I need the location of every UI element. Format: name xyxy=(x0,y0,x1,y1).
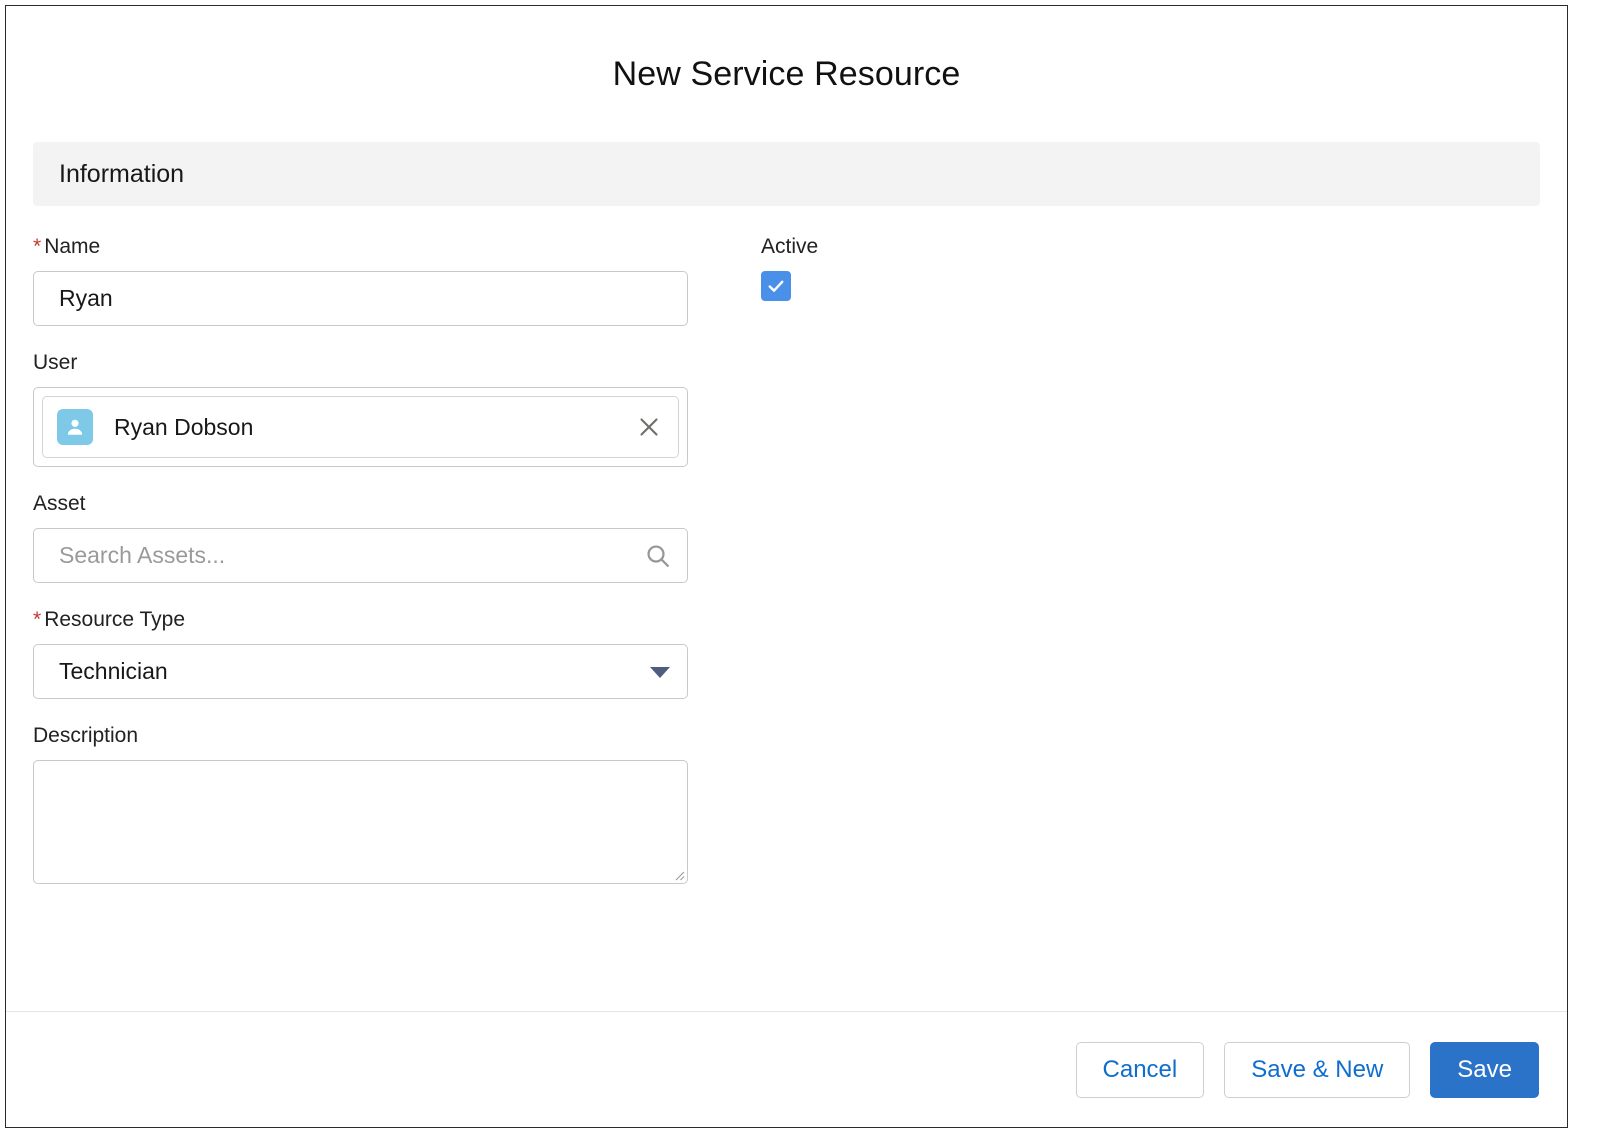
asset-input-placeholder: Search Assets... xyxy=(59,542,226,568)
section-header-title: Information xyxy=(59,159,185,188)
close-icon[interactable] xyxy=(632,410,666,444)
form-grid: * Name Ryan User Ryan Dobson Asset Searc… xyxy=(33,206,1540,910)
required-asterisk-resource-type: * xyxy=(33,608,42,631)
user-pill-label: Ryan Dobson xyxy=(114,413,254,440)
modal-body: Information * Name Ryan User Ryan Dobson… xyxy=(6,142,1567,1011)
name-input[interactable]: Ryan xyxy=(33,271,688,326)
field-name: * Name Ryan xyxy=(33,236,761,326)
modal-footer: Cancel Save & New Save xyxy=(6,1011,1567,1127)
resource-type-select[interactable]: Technician xyxy=(33,644,688,699)
check-icon xyxy=(768,280,784,292)
resource-type-label-text: Resource Type xyxy=(44,608,186,631)
save-and-new-button[interactable]: Save & New xyxy=(1224,1041,1411,1098)
field-user: User Ryan Dobson xyxy=(33,352,761,467)
field-asset: Asset Search Assets... xyxy=(33,493,761,583)
resize-handle-icon[interactable] xyxy=(671,867,685,881)
information-section: Information xyxy=(33,142,1540,206)
field-active: Active xyxy=(761,236,1540,301)
required-asterisk-name: * xyxy=(33,235,42,258)
active-checkbox[interactable] xyxy=(761,271,791,301)
name-input-value: Ryan xyxy=(59,285,113,311)
section-header: Information xyxy=(33,142,1540,206)
page-title: New Service Resource xyxy=(612,55,961,93)
search-icon[interactable] xyxy=(643,541,673,571)
form-column-right: Active xyxy=(761,236,1540,910)
user-label: User xyxy=(33,351,78,374)
field-description: Description xyxy=(33,725,761,884)
resource-type-selected-value: Technician xyxy=(59,658,168,684)
asset-search-input[interactable]: Search Assets... xyxy=(33,528,688,583)
description-label: Description xyxy=(33,724,139,747)
active-label: Active xyxy=(761,235,819,258)
field-resource-type: * Resource Type Technician xyxy=(33,609,761,699)
new-service-resource-modal: New Service Resource Information * Name R… xyxy=(5,5,1568,1128)
chevron-down-icon[interactable] xyxy=(647,659,673,685)
form-column-left: * Name Ryan User Ryan Dobson Asset Searc… xyxy=(33,236,761,910)
modal-header: New Service Resource xyxy=(6,6,1567,142)
save-button[interactable]: Save xyxy=(1430,1041,1539,1098)
name-label: * Name xyxy=(33,236,761,257)
description-textarea[interactable] xyxy=(33,760,688,884)
user-pill[interactable]: Ryan Dobson xyxy=(42,396,679,458)
asset-label: Asset xyxy=(33,492,86,515)
user-lookup-input[interactable]: Ryan Dobson xyxy=(33,387,688,467)
resource-type-label: * Resource Type xyxy=(33,609,761,630)
cancel-button[interactable]: Cancel xyxy=(1075,1041,1205,1098)
name-label-text: Name xyxy=(44,235,101,258)
user-avatar-icon xyxy=(57,409,93,445)
